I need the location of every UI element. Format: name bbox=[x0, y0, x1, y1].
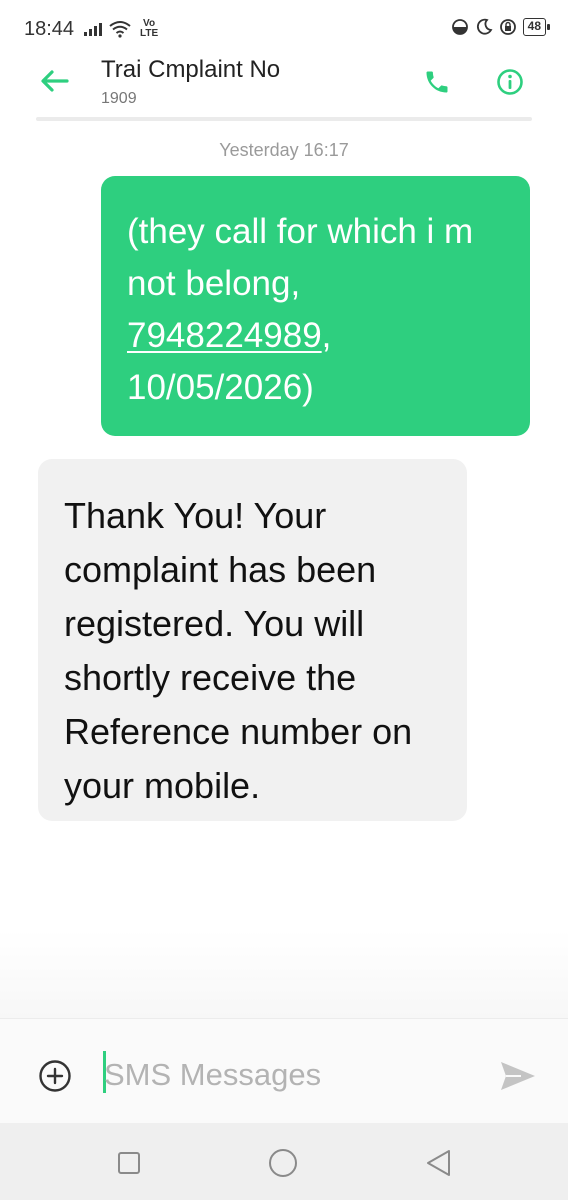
message-input[interactable] bbox=[104, 1053, 464, 1097]
data-saver-icon bbox=[451, 19, 468, 35]
moon-icon bbox=[476, 18, 493, 35]
wifi-icon bbox=[109, 21, 131, 38]
compose-bar bbox=[0, 1018, 568, 1123]
contact-number: 1909 bbox=[101, 90, 137, 107]
call-button[interactable] bbox=[419, 64, 455, 100]
square-icon[interactable] bbox=[117, 1151, 141, 1175]
phone-icon bbox=[426, 71, 448, 93]
status-time: 18:44 bbox=[24, 17, 75, 40]
network-indicators: Vo LTE bbox=[84, 19, 160, 39]
sent-message-text: (they call for which i m not belong, bbox=[127, 212, 474, 303]
message-timestamp: Yesterday 16:17 bbox=[219, 140, 349, 160]
compose-fade bbox=[0, 930, 568, 1018]
received-message-bubble[interactable]: Thank You! Your complaint has been regis… bbox=[38, 459, 467, 821]
info-icon bbox=[497, 69, 523, 95]
header-divider bbox=[36, 117, 532, 121]
signal-icon bbox=[84, 22, 103, 36]
sent-message-bubble[interactable]: (they call for which i m not belong, 794… bbox=[101, 176, 530, 436]
arrow-left-icon bbox=[41, 70, 69, 92]
battery-indicator: 48 bbox=[522, 18, 551, 36]
rotation-lock-icon bbox=[499, 19, 516, 35]
volte-badge: Vo LTE bbox=[139, 18, 159, 39]
received-message-text: Thank You! Your complaint has been regis… bbox=[64, 495, 413, 806]
phone-number-link[interactable]: 7948224989 bbox=[127, 316, 322, 355]
contact-title: Trai Cmplaint No bbox=[101, 56, 281, 83]
add-circle-icon[interactable] bbox=[38, 1059, 72, 1093]
conversation-header: Trai Cmplaint No 1909 bbox=[0, 50, 568, 120]
system-nav-bar bbox=[0, 1123, 568, 1200]
status-right-icons: 48 bbox=[451, 18, 551, 36]
back-button[interactable] bbox=[34, 64, 74, 98]
triangle-back-icon[interactable] bbox=[424, 1148, 452, 1178]
circle-icon[interactable] bbox=[268, 1148, 298, 1178]
send-icon[interactable] bbox=[499, 1059, 537, 1093]
info-button[interactable] bbox=[492, 64, 528, 100]
